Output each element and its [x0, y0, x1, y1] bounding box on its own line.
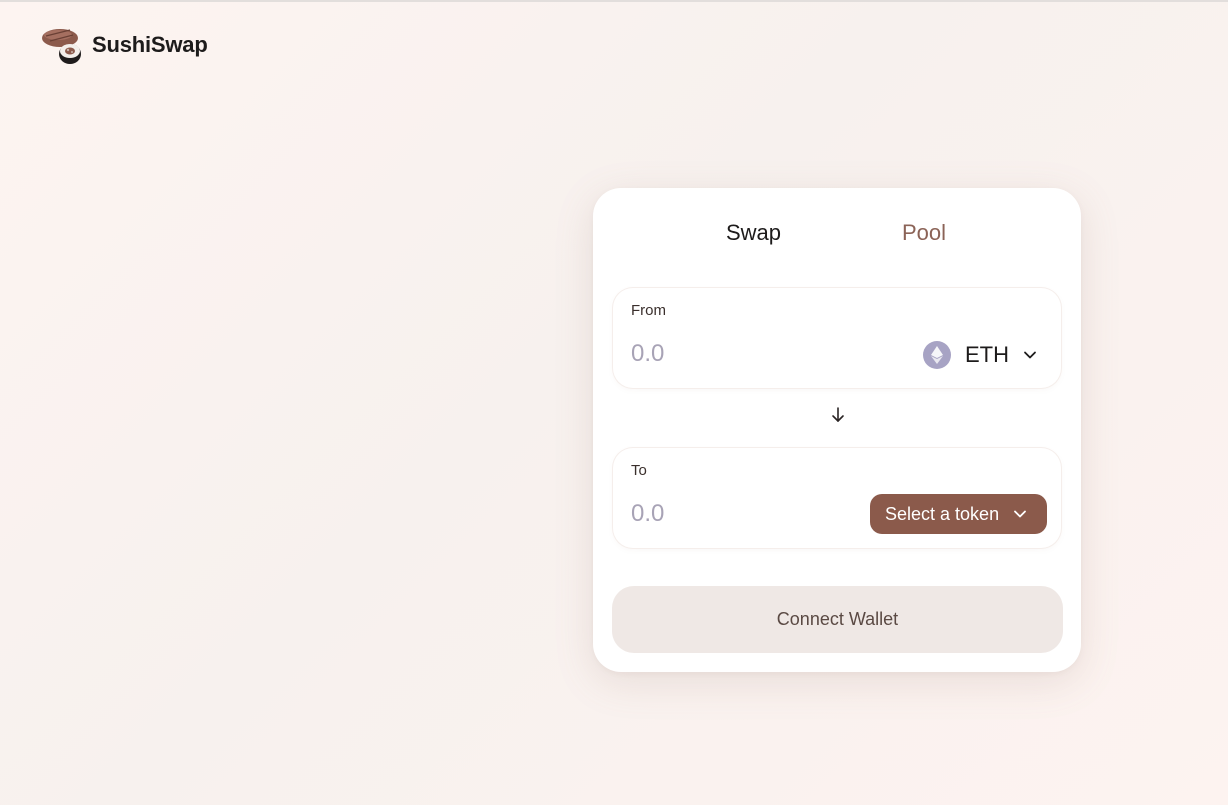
top-border [0, 0, 1228, 2]
from-label: From [631, 302, 666, 319]
tab-pool[interactable]: Pool [902, 220, 946, 246]
arrow-down-icon[interactable] [830, 406, 846, 424]
from-token-symbol: ETH [965, 342, 1009, 367]
chevron-down-icon [1014, 510, 1026, 518]
sushi-logo-icon [40, 24, 84, 66]
to-label: To [631, 462, 647, 479]
swap-card: Swap Pool From ETH To Select a token [593, 188, 1081, 672]
from-amount-input[interactable] [631, 338, 831, 370]
connect-wallet-label: Connect Wallet [776, 609, 899, 629]
brand-logo[interactable]: SushiSwap [40, 24, 208, 66]
select-token-label: Select a token [885, 503, 1000, 524]
connect-wallet-button[interactable]: Connect Wallet [612, 586, 1063, 653]
from-panel: From ETH [613, 288, 1061, 388]
tab-swap[interactable]: Swap [726, 220, 781, 246]
ethereum-icon [923, 341, 951, 369]
to-panel: To Select a token [613, 448, 1061, 548]
brand-name: SushiSwap [92, 32, 208, 57]
chevron-down-icon [1024, 351, 1036, 359]
swap-tabs: Swap Pool [593, 220, 1081, 252]
select-token-button[interactable]: Select a token [870, 494, 1047, 534]
from-token-selector[interactable]: ETH [923, 340, 1037, 370]
to-amount-input[interactable] [631, 498, 831, 530]
